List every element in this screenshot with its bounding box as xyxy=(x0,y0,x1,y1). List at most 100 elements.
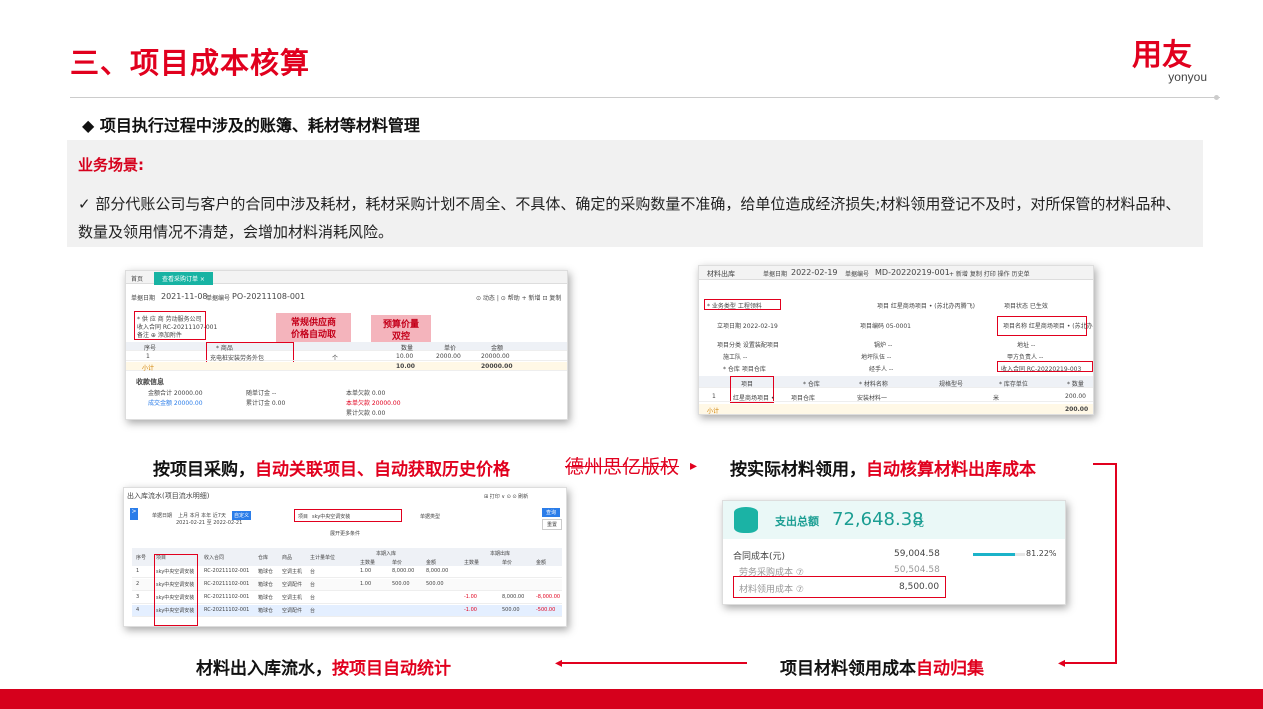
table-cell: -1.00 xyxy=(464,594,477,600)
tag-supplier-price: 常规供应商 价格自动取 xyxy=(276,313,351,345)
col-no: 序号 xyxy=(144,345,157,352)
table-cell: 8,000.00 xyxy=(426,568,449,574)
p2-toolbar[interactable]: + 新增 复制 打印 操作 历史单 xyxy=(949,269,1030,278)
toolbar[interactable]: ⊙ 动态 | ⊙ 帮助 + 新增 ⊡ 复制 xyxy=(476,293,561,302)
p2-status-field: 项目状态 已生效 xyxy=(1004,303,1048,310)
caption-purchase: 按项目采购，自动关联项目、自动获取历史价格 xyxy=(153,455,510,480)
contract-cost-pct: 81.22% xyxy=(1026,549,1057,558)
subtotal-amount: 20000.00 xyxy=(481,363,513,370)
p2-project-code: 项目编码 05-0001 xyxy=(860,323,911,330)
scenario-label: 业务场景: xyxy=(78,156,144,174)
p2-address: 地址 -- xyxy=(1017,342,1036,349)
p2-sub-label: 小计 xyxy=(707,408,720,415)
p2-contract[interactable]: 收入合同 RC-20220219-003 xyxy=(1001,364,1081,373)
group-in-label: 本期入库 xyxy=(376,551,397,557)
subtotal-qty: 10.00 xyxy=(396,363,415,370)
query-button[interactable]: 查询 xyxy=(542,508,561,517)
p2-col-wh: * 仓库 xyxy=(803,381,820,388)
row-price: 2000.00 xyxy=(436,353,461,360)
logo-cn: 用友 xyxy=(1132,38,1192,73)
header-divider xyxy=(70,97,1220,98)
p2-owner: 甲方负责人 -- xyxy=(1007,354,1044,361)
info-total: 金额合计 20000.00 xyxy=(148,390,203,397)
table-cell: 500.00 xyxy=(426,581,444,587)
row-item[interactable]: 充电桩安装劳务外包 xyxy=(210,353,264,362)
row-amount: 20000.00 xyxy=(481,353,510,360)
p3-col-3: 仓库 xyxy=(258,555,269,561)
connector-middle xyxy=(562,662,747,664)
table-cell: 8,000.00 xyxy=(502,594,525,600)
p3-date-range[interactable]: 2021-02-21 至 2022-02-21 xyxy=(176,519,242,526)
table-cell: RC-20211102-001 xyxy=(204,607,250,613)
watermark: 德州思亿版权 xyxy=(565,456,680,478)
row-qty: 10.00 xyxy=(396,353,414,360)
caption-issue: 按实际材料领用，自动核算材料出库成本 xyxy=(730,455,1036,480)
yonyou-logo: 用友 yonyou xyxy=(1132,40,1207,90)
info-deposit: 随单订金 -- xyxy=(246,390,277,397)
p3-project-select[interactable]: sky中央空调安装 xyxy=(312,513,350,520)
date-label: 单据日期 xyxy=(131,295,156,302)
table-cell: 8,000.00 xyxy=(392,568,415,574)
p3-col-5: 主计量单位 xyxy=(310,555,336,561)
reset-button[interactable]: 重置 xyxy=(542,519,563,530)
material-cost-label: 材料领用成本 ⑦ xyxy=(739,585,804,595)
tag-budget-control: 预算价量 双控 xyxy=(371,315,431,345)
table-cell: 500.00 xyxy=(502,607,520,613)
table-cell: 台 xyxy=(310,569,316,575)
p2-start-date: 立项日期 2022-02-19 xyxy=(717,323,778,330)
p3-col-4: 商品 xyxy=(282,555,293,561)
p2-row-project[interactable]: 红星商场项目 • xyxy=(733,393,774,402)
connector-bottom xyxy=(1065,662,1117,664)
table-cell: -8,000.00 xyxy=(536,594,561,600)
info-acc-deposit: 累计订金 0.00 xyxy=(246,400,286,407)
info-acc-owed: 累计欠款 0.00 xyxy=(346,410,386,417)
caption-cost-black: 项目材料领用成本 xyxy=(780,659,916,679)
p2-category: 项目分类 设置装配项目 xyxy=(717,342,779,349)
caption-issue-red: 自动核算材料出库成本 xyxy=(866,460,1036,480)
purchase-order-screenshot: 首页 查看采购订单 × 单据日期 2021-11-08 单据编号 PO-2021… xyxy=(125,270,568,420)
footer-bar xyxy=(0,689,1263,709)
expand-link[interactable]: 展开更多条件 xyxy=(330,530,360,537)
connector-top xyxy=(1093,463,1117,465)
caption-cost: 项目材料领用成本自动归集 xyxy=(780,654,984,679)
tab-home[interactable]: 首页 xyxy=(131,274,143,283)
p2-no-label: 单据编号 xyxy=(845,271,870,278)
p2-col-spec: 规格型号 xyxy=(939,381,964,388)
sidebar-toggle-icon[interactable]: > xyxy=(130,508,138,520)
caption-cost-red: 自动归集 xyxy=(916,659,984,679)
info-owed1: 本单欠款 0.00 xyxy=(346,390,386,397)
p3-toolbar[interactable]: ⊞ 打印 ∨ ⊙ ⊙ 刷新 xyxy=(484,493,528,500)
p2-col-material: * 材料名称 xyxy=(859,381,888,388)
p2-project-field[interactable]: 项目 红星商场项目 • (苏北办丙腾飞) xyxy=(877,301,975,310)
contract-cost-label: 合同成本(元) xyxy=(733,552,786,562)
contract-cost-value: 59,004.58 xyxy=(894,549,940,559)
caption-issue-black: 按实际材料领用， xyxy=(730,460,866,480)
table-cell: 空调主机 xyxy=(282,595,303,601)
p2-row-wh: 项目仓库 xyxy=(791,395,816,402)
p2-project-name[interactable]: 项目名称 红星商场项目 • (苏北办丙腾飞) xyxy=(1003,321,1093,330)
p3-title: 出入库流水(项目流水明细) xyxy=(127,492,210,500)
table-cell: RC-20211102-001 xyxy=(204,594,250,600)
biz-type-field[interactable]: * 业务类型 工程领料 xyxy=(707,301,762,310)
p3-col-8: 金额 xyxy=(426,560,437,566)
table-cell: 箱球仓 xyxy=(258,595,274,601)
caption-flow-black: 材料出入库流水， xyxy=(196,659,332,679)
table-cell: 台 xyxy=(310,582,316,588)
p2-warehouse[interactable]: * 仓库 项目仓库 xyxy=(723,364,766,373)
p2-worker: 施工队 -- xyxy=(723,354,748,361)
contract-cost-bar xyxy=(973,553,1025,556)
remark-field[interactable]: 备注 ⊕ 添加附件 xyxy=(137,330,182,339)
p3-col-0: 序号 xyxy=(136,555,147,561)
p3-date-opts[interactable]: 上月 本月 本年 近7天 xyxy=(178,512,226,519)
tab-purchase-order[interactable]: 查看采购订单 × xyxy=(154,272,213,285)
col-amount: 金额 xyxy=(491,345,504,352)
p3-col-6: 主数量 xyxy=(360,560,376,566)
material-issue-screenshot: 材料出库 单据日期 2022-02-19 单据编号 MD-20220219-00… xyxy=(698,265,1094,415)
no-value: PO-20211108-001 xyxy=(232,292,306,301)
caption-purchase-red: 自动关联项目、自动获取历史价格 xyxy=(255,460,510,480)
expense-summary-screenshot: 支出总额 72,648.38 元 合同成本(元) 59,004.58 81.22… xyxy=(722,500,1066,605)
arrow-left-icon: ◂ xyxy=(1058,655,1066,671)
table-cell: 台 xyxy=(310,608,316,614)
table-cell: 空调主机 xyxy=(282,569,303,575)
p3-project-label: 项目 xyxy=(298,514,309,520)
